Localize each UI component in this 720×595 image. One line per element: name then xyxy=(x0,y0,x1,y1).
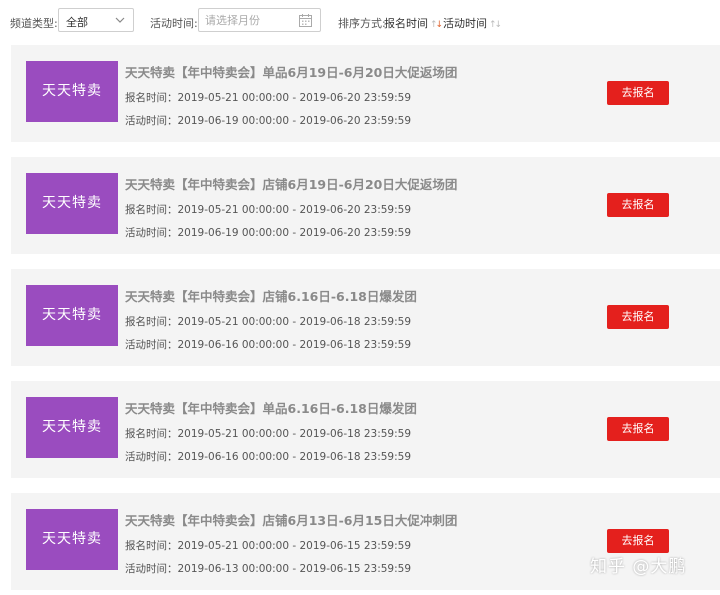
chevron-down-icon xyxy=(115,17,125,23)
signup-button[interactable]: 去报名 xyxy=(607,305,669,329)
signup-button[interactable]: 去报名 xyxy=(607,529,669,553)
activity-title: 天天特卖【年中特卖会】店铺6.16日-6.18日爆发团 xyxy=(125,289,417,304)
channel-type-value: 全部 xyxy=(66,16,88,29)
sort-arrows-icon: ↑↓ xyxy=(430,20,443,30)
activity-time: 活动时间：2019-06-16 00:00:00 - 2019-06-18 23… xyxy=(125,339,411,351)
calendar-icon[interactable] xyxy=(299,14,312,27)
month-input[interactable] xyxy=(205,12,291,28)
sort-option-label: 报名时间 xyxy=(384,17,428,30)
activity-time: 活动时间：2019-06-13 00:00:00 - 2019-06-15 23… xyxy=(125,563,411,575)
activity-time: 活动时间：2019-06-16 00:00:00 - 2019-06-18 23… xyxy=(125,451,411,463)
signup-button[interactable]: 去报名 xyxy=(607,193,669,217)
channel-type-label: 频道类型: xyxy=(10,17,58,30)
activity-title: 天天特卖【年中特卖会】店铺6月19日-6月20日大促返场团 xyxy=(125,177,458,192)
activity-badge: 天天特卖 xyxy=(26,61,118,122)
activity-badge: 天天特卖 xyxy=(26,397,118,458)
channel-type-select[interactable]: 全部 xyxy=(58,8,134,32)
signup-button[interactable]: 去报名 xyxy=(607,417,669,441)
activity-card: 天天特卖 天天特卖【年中特卖会】店铺6.16日-6.18日爆发团 报名时间：20… xyxy=(11,269,720,366)
signup-time: 报名时间：2019-05-21 00:00:00 - 2019-06-20 23… xyxy=(125,92,411,104)
signup-time: 报名时间：2019-05-21 00:00:00 - 2019-06-18 23… xyxy=(125,428,411,440)
signup-time: 报名时间：2019-05-21 00:00:00 - 2019-06-15 23… xyxy=(125,540,411,552)
sort-label: 排序方式: xyxy=(338,17,386,30)
activity-time-label: 活动时间: xyxy=(150,17,198,30)
activity-card: 天天特卖 天天特卖【年中特卖会】店铺6月19日-6月20日大促返场团 报名时间：… xyxy=(11,157,720,254)
sort-by-signup-time[interactable]: 报名时间 ↑↓ xyxy=(384,15,443,31)
sort-by-activity-time[interactable]: 活动时间 ↑↓ xyxy=(443,15,502,31)
sort-option-label: 活动时间 xyxy=(443,17,487,30)
watermark: 知乎 @大鹏 xyxy=(590,557,687,577)
activity-card: 天天特卖 天天特卖【年中特卖会】单品6.16日-6.18日爆发团 报名时间：20… xyxy=(11,381,720,478)
activity-list-page: 频道类型: 全部 活动时间: 排序方式: 报名时间↑↓ xyxy=(0,0,720,595)
activity-title: 天天特卖【年中特卖会】店铺6月13日-6月15日大促冲刺团 xyxy=(125,513,458,528)
activity-time-picker[interactable] xyxy=(198,8,321,32)
activity-card: 天天特卖 天天特卖【年中特卖会】单品6月19日-6月20日大促返场团 报名时间：… xyxy=(11,45,720,142)
activity-badge: 天天特卖 xyxy=(26,509,118,570)
activity-title: 天天特卖【年中特卖会】单品6.16日-6.18日爆发团 xyxy=(125,401,417,416)
signup-time: 报名时间：2019-05-21 00:00:00 - 2019-06-18 23… xyxy=(125,316,411,328)
signup-time: 报名时间：2019-05-21 00:00:00 - 2019-06-20 23… xyxy=(125,204,411,216)
activity-time: 活动时间：2019-06-19 00:00:00 - 2019-06-20 23… xyxy=(125,227,411,239)
sort-arrows-icon: ↑↓ xyxy=(489,20,502,30)
activity-badge: 天天特卖 xyxy=(26,173,118,234)
activity-badge: 天天特卖 xyxy=(26,285,118,346)
filter-bar: 频道类型: 全部 活动时间: 排序方式: 报名时间↑↓ xyxy=(0,8,720,36)
signup-button[interactable]: 去报名 xyxy=(607,81,669,105)
activity-time: 活动时间：2019-06-19 00:00:00 - 2019-06-20 23… xyxy=(125,115,411,127)
activity-title: 天天特卖【年中特卖会】单品6月19日-6月20日大促返场团 xyxy=(125,65,458,80)
